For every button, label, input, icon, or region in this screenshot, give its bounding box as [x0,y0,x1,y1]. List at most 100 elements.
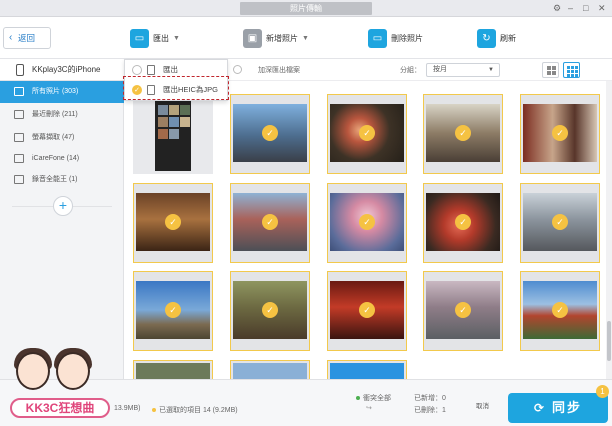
sidebar-item-label: 所有照片 (303) [32,88,79,95]
add-album-button[interactable]: + [53,196,73,216]
document-icon [147,65,155,75]
refresh-icon: ↻ [477,28,496,48]
back-button[interactable]: ‹ 返回 [3,27,51,49]
sidebar-item-icarefone[interactable]: iCareFone (14) [0,148,124,170]
add-photo-button[interactable]: ▣ 新增照片 ▼ [243,26,309,50]
deleted-count-text: 已刪除：1 [414,407,446,414]
arrow-icon: ↪ [366,405,372,412]
photo-thumbnail[interactable]: ✓ [423,271,503,351]
album-icon [14,154,24,163]
group-label: 分組： [400,67,421,74]
checkmark-icon: ✓ [359,302,375,318]
total-size-text: 13.9MB) [114,405,141,412]
photo-thumbnail[interactable]: ✓ [520,271,600,351]
group-select-value: 按月 [433,66,447,73]
conflict-all-text: 衝突全部 [356,393,391,403]
sidebar-item-label: iCareFone (14) [32,155,80,162]
large-grid-view-button[interactable] [542,62,559,78]
selected-items-text: 已選取的項目 14 (9.2MB) [152,405,238,415]
checkmark-icon: ✓ [262,302,278,318]
back-label: 返回 [18,33,36,43]
sync-label: 同步 [552,400,583,415]
device-name: KKplay3C的iPhone [32,65,101,74]
photo-thumbnail[interactable]: ✓ [133,271,213,351]
checkmark-icon: ✓ [359,125,375,141]
close-icon[interactable]: ✕ [598,2,606,14]
toolbar: ‹ 返回 ▭ 匯出 ▼ ▣ 新增照片 ▼ ▭ 刪除照片 ↻ 刷新 [0,17,612,59]
sidebar-item-label: 錄音全能王 (1) [32,176,78,183]
chevron-down-icon: ▼ [173,34,180,42]
kk3c-logo: KK3C狂想曲 [4,346,112,424]
title-bar: 照片傳輸 ⚙ – □ ✕ [0,0,612,17]
notification-badge: 1 [596,385,609,398]
sidebar: KKplay3C的iPhone 所有照片 (303) 最近刪除 (211) 螢幕… [0,59,124,379]
delete-photo-label: 刪除照片 [391,33,423,43]
sidebar-item-screenshots[interactable]: 螢幕擷取 (47) [0,127,124,149]
checkmark-icon: ✓ [262,214,278,230]
sidebar-item-label: 螢幕擷取 (47) [32,134,75,141]
checkmark-icon: ✓ [552,302,568,318]
radio-button[interactable] [132,65,142,75]
sidebar-item-recently-deleted[interactable]: 最近刪除 (211) [0,104,124,126]
highlight-box [123,76,229,100]
delete-photo-button[interactable]: ▭ 刪除照片 [368,26,423,50]
delete-photo-icon: ▭ [368,28,387,48]
photo-thumbnail[interactable]: ✓ [133,183,213,263]
added-count-text: 已新增：0 [414,395,446,402]
device-header[interactable]: KKplay3C的iPhone [0,59,124,81]
group-select[interactable]: 按月 ▼ [426,63,500,77]
album-icon [14,175,24,184]
phone-icon [16,64,24,76]
chevron-down-icon: ▼ [302,34,309,42]
checkmark-icon: ✓ [552,125,568,141]
add-photo-label: 新增照片 [266,33,298,43]
minimize-icon[interactable]: – [568,2,573,14]
menu-item-label: 匯出 [163,65,178,74]
photo-thumbnail[interactable]: ✓ [327,271,407,351]
checkmark-icon: ✓ [455,214,471,230]
checkmark-icon: ✓ [552,214,568,230]
maximize-icon[interactable]: □ [583,2,588,14]
sidebar-item-all-photos[interactable]: 所有照片 (303) [0,81,124,103]
photo-thumbnail[interactable]: ✓ [327,183,407,263]
chevron-left-icon: ‹ [9,32,13,43]
photo-thumbnail[interactable]: ✓ [230,271,310,351]
photo-thumbnail[interactable]: ✓ [230,94,310,174]
trash-album-icon [14,110,24,119]
photo-thumbnail[interactable] [133,360,213,379]
photo-thumbnail[interactable]: ✓ [230,183,310,263]
photo-thumbnail[interactable]: ✓ [327,94,407,174]
logo-text: KK3C狂想曲 [10,398,110,418]
select-all-checkbox[interactable] [233,65,242,74]
refresh-button[interactable]: ↻ 刷新 [477,26,516,50]
cancel-button[interactable]: 取消 [472,401,493,413]
sidebar-item-recorder[interactable]: 錄音全能王 (1) [0,169,124,191]
photo-thumbnail[interactable]: ✓ [423,183,503,263]
photo-thumbnail[interactable]: ✓ [520,94,600,174]
sidebar-item-label: 最近刪除 (211) [32,111,78,118]
photo-thumbnail[interactable]: ✓ [520,183,600,263]
sync-button[interactable]: ⟳ 同步 [508,393,608,423]
add-photo-icon: ▣ [243,28,262,48]
photo-thumbnail[interactable] [133,94,213,174]
export-button[interactable]: ▭ 匯出 ▼ [130,26,180,50]
photo-thumbnail[interactable] [327,360,407,379]
export-label: 匯出 [153,33,169,43]
settings-gear-icon[interactable]: ⚙ [553,2,561,14]
scrollbar-thumb[interactable] [607,321,611,361]
photo-album-icon [14,87,24,96]
photo-grid: ✓ ✓ ✓ ✓ ✓ ✓ ✓ ✓ ✓ ✓ ✓ ✓ ✓ ✓ [124,81,606,379]
photo-thumbnail[interactable] [230,360,310,379]
checkmark-icon: ✓ [165,214,181,230]
scrollbar[interactable] [606,81,612,379]
select-all-label: 加深匯出檔案 [258,67,300,74]
screenshot-album-icon [14,133,24,142]
sync-icon: ⟳ [533,401,547,415]
checkmark-icon: ✓ [165,302,181,318]
export-icon: ▭ [130,28,149,48]
checkmark-icon: ✓ [455,125,471,141]
small-grid-view-button[interactable] [563,62,580,78]
photo-thumbnail[interactable]: ✓ [423,94,503,174]
checkmark-icon: ✓ [262,125,278,141]
checkmark-icon: ✓ [359,214,375,230]
